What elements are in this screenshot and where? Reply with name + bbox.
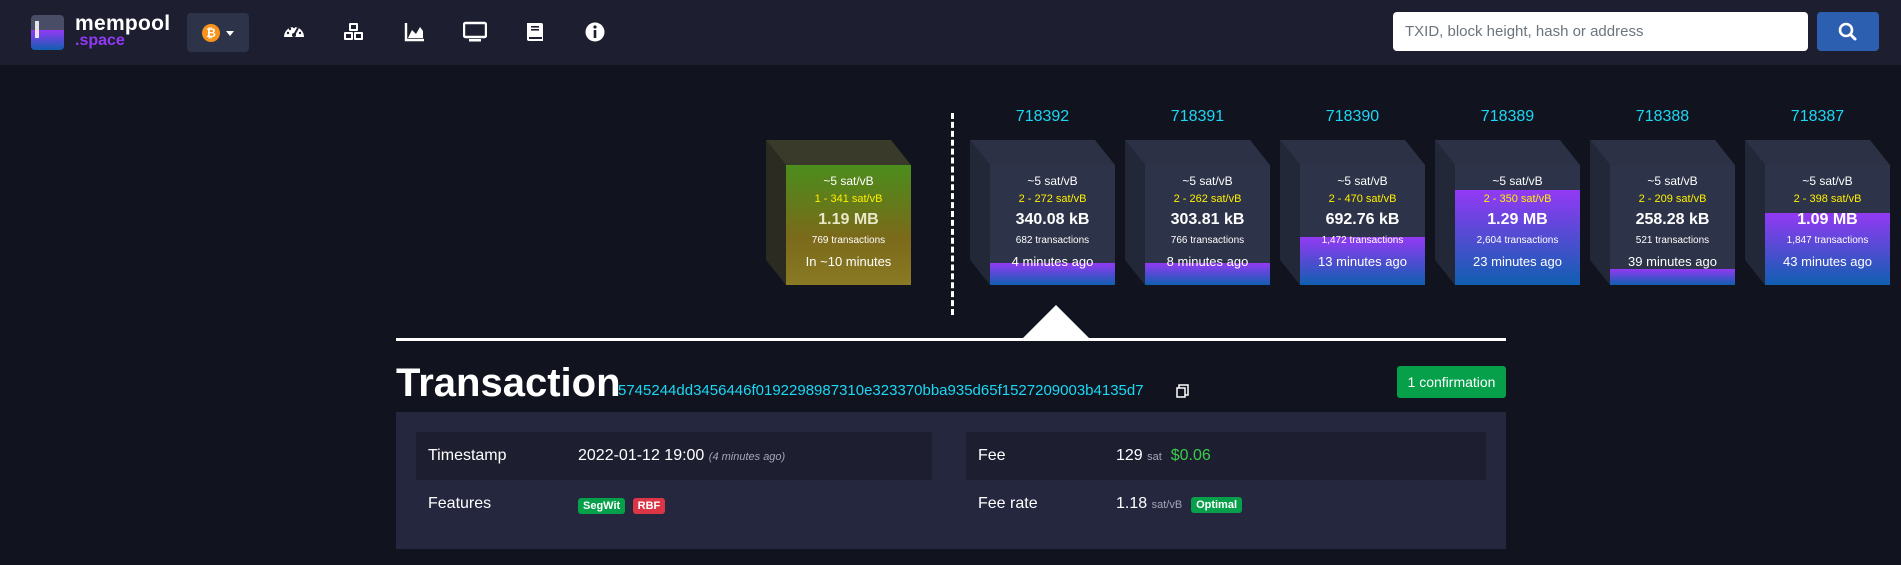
copy-icon[interactable] [1176,384,1189,398]
block-tx-count: 2,604 transactions [1476,235,1559,246]
fee-rate-optimal-badge: Optimal [1191,497,1243,513]
block-fee-median: ~5 sat/vB [1027,174,1078,188]
fee-sat-value: 129 [1116,447,1143,464]
block-size: 1.29 MB [1487,211,1548,228]
fee-value-wrap: 129 sat $0.06 [1116,447,1211,465]
block-fee-median: ~5 sat/vB [1802,174,1853,188]
fee-rate-label: Fee rate [978,495,1038,512]
block-time: 13 minutes ago [1318,254,1407,269]
mempool-block[interactable]: ~5 sat/vB 1 - 341 sat/vB 1.19 MB 769 tra… [766,140,911,285]
caret-down-icon [226,31,234,36]
fee-row: Fee 129 sat $0.06 [966,432,1486,480]
block-height-link[interactable]: 718392 [970,108,1115,126]
dashboard-icon[interactable] [282,20,306,44]
block-fee-range: 2 - 262 sat/vB [1173,193,1242,205]
fee-rate-value-wrap: 1.18 sat/vB Optimal [1116,495,1245,513]
block-size: 258.28 kB [1635,211,1710,228]
features-label: Features [428,495,492,512]
block-time: 23 minutes ago [1473,254,1562,269]
block-cube[interactable]: ~5 sat/vB 2 - 350 sat/vB 1.29 MB 2,604 tran… [1435,140,1580,285]
transaction-details-panel: Timestamp 2022-01-12 19:00 (4 minutes ag… [396,412,1506,549]
graphs-icon[interactable] [403,20,427,44]
block-height-link[interactable]: 718388 [1590,108,1735,126]
bitcoin-icon: ₿ [202,24,220,42]
network-selector[interactable]: ₿ [187,13,249,52]
top-navbar: mempool .space ₿ [0,0,1901,65]
block-tx-count: 766 transactions [1170,235,1245,246]
search-icon [1838,22,1857,41]
blocks-icon[interactable] [342,20,366,44]
block-fee-range: 2 - 470 sat/vB [1328,193,1397,205]
selected-block-pointer [1021,305,1091,340]
block-height-link[interactable]: 718391 [1125,108,1270,126]
timestamp-row: Timestamp 2022-01-12 19:00 (4 minutes ag… [416,432,932,480]
about-icon[interactable] [583,20,607,44]
block-size: 303.81 kB [1170,211,1245,228]
fee-label: Fee [978,447,1006,464]
fee-sat-unit: sat [1147,451,1162,463]
features-badges: SegWit RBF [578,496,668,514]
fee-usd-value: $0.06 [1170,447,1211,464]
mempool-eta: In ~10 minutes [805,254,892,269]
timestamp-relative: (4 minutes ago) [708,451,786,463]
docs-icon[interactable] [523,20,547,44]
page-title: Transaction [396,361,621,405]
features-row: Features SegWit RBF [416,480,932,528]
rbf-badge[interactable]: RBF [632,498,666,514]
txid-link[interactable]: 5745244dd3456446f0192298987310e323370bba… [618,382,1144,399]
mempool-logo-icon[interactable] [31,15,64,50]
timestamp-value: 2022-01-12 19:00 [578,447,705,464]
block-height-link[interactable]: 718389 [1435,108,1580,126]
block-cube[interactable]: ~5 sat/vB 2 - 272 sat/vB 340.08 kB 682 tran… [970,140,1115,285]
block-fee-median: ~5 sat/vB [1182,174,1233,188]
block-fill [1610,269,1735,285]
block-tx-count: 521 transactions [1635,235,1710,246]
block-time: 43 minutes ago [1783,254,1872,269]
block-height-link[interactable]: 718387 [1745,108,1890,126]
fee-rate-unit: sat/vB [1151,499,1183,511]
block-size: 692.76 kB [1325,211,1400,228]
search-input[interactable] [1393,12,1808,51]
block-fee-range: 2 - 209 sat/vB [1638,193,1707,205]
tv-icon[interactable] [463,20,487,44]
mempool-size: 1.19 MB [818,211,879,228]
brand-suffix[interactable]: .space [75,32,125,50]
fee-rate-row: Fee rate 1.18 sat/vB Optimal [966,480,1486,528]
search-button[interactable] [1817,12,1879,51]
block-tx-count: 682 transactions [1015,235,1090,246]
block-size: 1.09 MB [1797,211,1858,228]
mempool-tx-count: 769 transactions [811,235,886,246]
block-fee-median: ~5 sat/vB [1337,174,1388,188]
mempool-fee-range: 1 - 341 sat/vB [814,193,883,205]
timestamp-label: Timestamp [428,447,507,464]
block-fee-range: 2 - 272 sat/vB [1018,193,1087,205]
block-tx-count: 1,472 transactions [1321,235,1404,246]
block-cube[interactable]: ~5 sat/vB 2 - 209 sat/vB 258.28 kB 521 tran… [1590,140,1735,285]
fee-rate-value: 1.18 [1116,495,1148,512]
block-time: 8 minutes ago [1166,254,1249,269]
block-cube[interactable]: ~5 sat/vB 2 - 262 sat/vB 303.81 kB 766 tran… [1125,140,1270,285]
block-cube[interactable]: ~5 sat/vB 2 - 398 sat/vB 1.09 MB 1,847 tran… [1745,140,1890,285]
confirmation-badge: 1 confirmation [1397,366,1506,398]
block-fee-range: 2 - 398 sat/vB [1793,193,1862,205]
segwit-badge[interactable]: SegWit [578,498,626,514]
section-divider [396,338,1506,341]
timestamp-value-wrap: 2022-01-12 19:00 (4 minutes ago) [578,447,785,465]
mempool-fee-median: ~5 sat/vB [823,174,874,188]
block-fee-median: ~5 sat/vB [1492,174,1543,188]
block-fee-range: 2 - 350 sat/vB [1483,193,1552,205]
block-fee-median: ~5 sat/vB [1647,174,1698,188]
block-tx-count: 1,847 transactions [1786,235,1869,246]
mempool-blockchain-divider [951,113,954,315]
block-size: 340.08 kB [1015,211,1090,228]
block-time: 39 minutes ago [1628,254,1717,269]
block-time: 4 minutes ago [1011,254,1094,269]
block-height-link[interactable]: 718390 [1280,108,1425,126]
block-cube[interactable]: ~5 sat/vB 2 - 470 sat/vB 692.76 kB 1,472 tr… [1280,140,1425,285]
